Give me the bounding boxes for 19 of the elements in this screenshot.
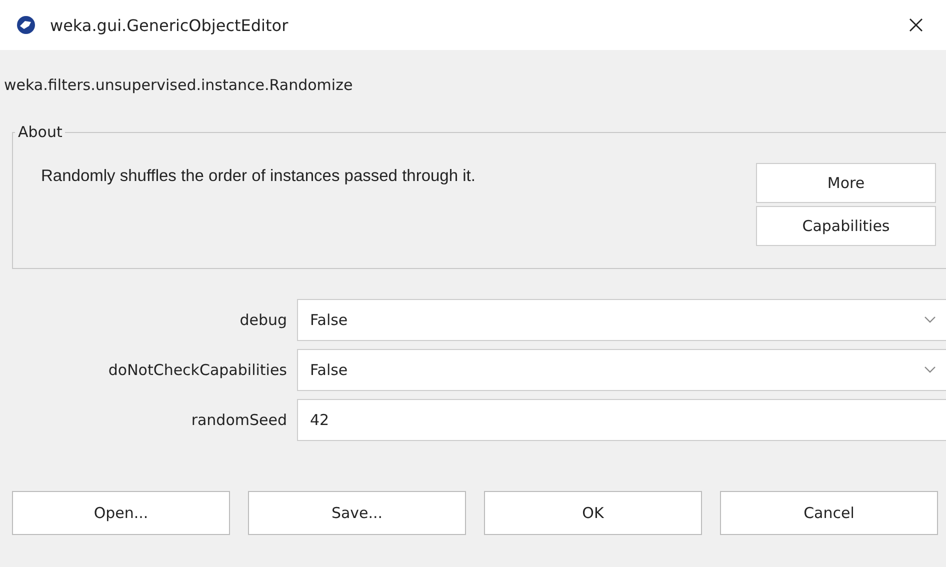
dropdown[interactable]: False [297,349,946,391]
property-label: doNotCheckCapabilities [107,361,287,379]
dialog-button[interactable]: OK [484,491,702,535]
dropdown[interactable]: False [297,299,946,341]
about-button[interactable]: Capabilities [756,206,936,246]
app-icon [16,15,36,35]
about-button[interactable]: More [756,163,936,203]
property-label: randomSeed [190,411,287,429]
description-text: Randomly shuffles the order of instances passed through it. [41,166,476,187]
dialog-button[interactable]: Cancel [720,491,938,535]
dialog-button[interactable]: Open... [12,491,230,535]
chevron-down-icon [924,366,936,374]
class-name: weka.filters.unsupervised.instance.Randomize [3,75,354,96]
chevron-down-icon [924,316,936,324]
dialog-button[interactable]: Save... [248,491,466,535]
property-label: debug [238,311,287,329]
input-field[interactable]: 42 [297,399,946,441]
close-icon [908,17,924,33]
window-title: weka.gui.GenericObjectEditor [50,16,290,34]
